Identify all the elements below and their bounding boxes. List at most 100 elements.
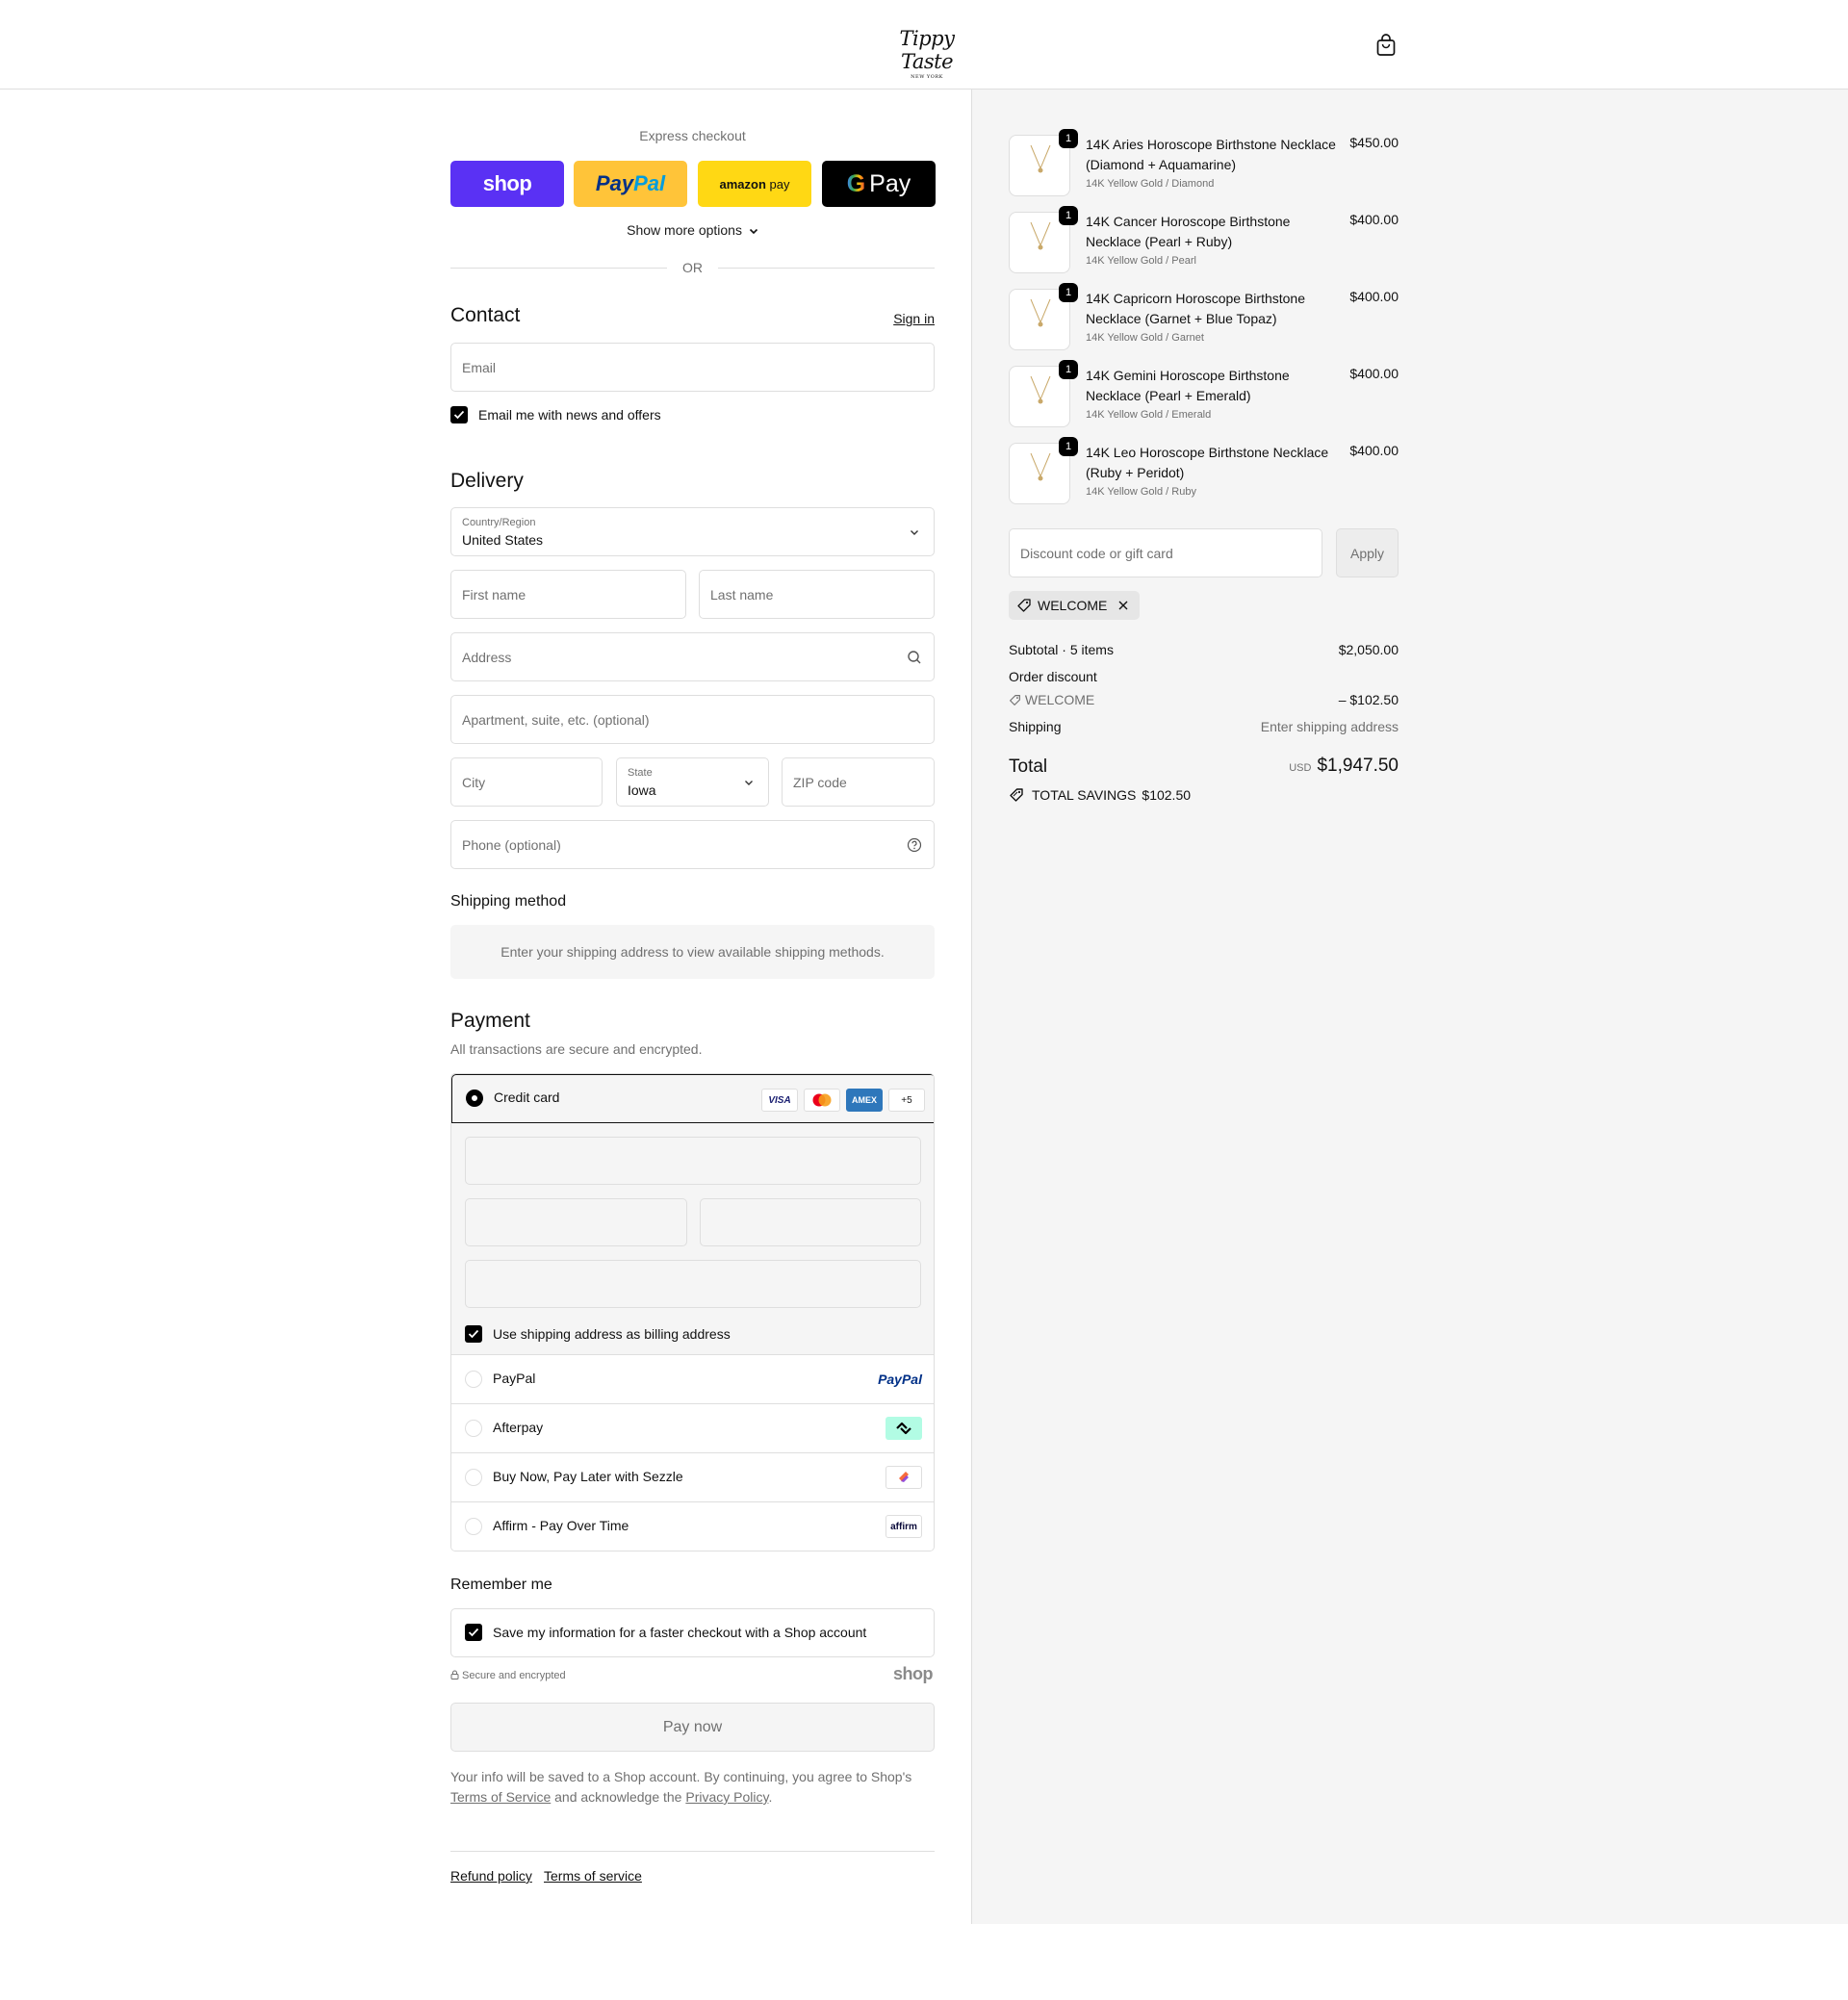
card-name-field[interactable]: [465, 1260, 921, 1308]
billing-address-checkbox[interactable]: [465, 1325, 482, 1343]
shipping-row: Shipping Enter shipping address: [1009, 719, 1399, 734]
help-circle-icon[interactable]: [907, 837, 922, 853]
affirm-option[interactable]: Affirm - Pay Over Time affirm: [451, 1502, 934, 1551]
refund-policy-link[interactable]: Refund policy: [450, 1868, 532, 1884]
remember-me-box: Save my information for a faster checkou…: [450, 1608, 935, 1657]
save-info-checkbox[interactable]: [465, 1624, 482, 1641]
pay-now-button[interactable]: Pay now: [450, 1703, 935, 1752]
item-price: $450.00: [1349, 135, 1399, 150]
last-name-field[interactable]: [699, 570, 935, 619]
apply-discount-button[interactable]: Apply: [1336, 528, 1399, 577]
credit-card-option[interactable]: Credit card VISA AMEX +5: [451, 1074, 934, 1123]
card-number-field[interactable]: [465, 1137, 921, 1185]
card-expiry-field[interactable]: [465, 1198, 687, 1246]
paypal-label-pay: Pay: [595, 171, 634, 195]
lock-icon: [450, 1670, 459, 1679]
first-name-input[interactable]: [451, 571, 685, 618]
last-name-input[interactable]: [700, 571, 934, 618]
or-separator: OR: [682, 260, 703, 275]
afterpay-radio[interactable]: [465, 1420, 482, 1437]
affirm-radio[interactable]: [465, 1518, 482, 1535]
card-cvc-field[interactable]: [700, 1198, 921, 1246]
shop-pay-label: shop: [482, 171, 532, 195]
country-select[interactable]: Country/Region United States: [450, 507, 935, 556]
item-name: 14K Gemini Horoscope Birthstone Necklace…: [1086, 368, 1290, 403]
zip-input[interactable]: [783, 758, 934, 806]
cart-item: 1 14K Leo Horoscope Birthstone Necklace …: [1009, 437, 1399, 520]
quantity-badge: 1: [1059, 283, 1078, 302]
apartment-field[interactable]: [450, 695, 935, 744]
paypal-label-pal: Pal: [633, 171, 666, 195]
terms-of-service-link[interactable]: Terms of Service: [450, 1789, 551, 1805]
legal-text: Your info will be saved to a Shop accoun…: [450, 1767, 935, 1808]
pay-now-label: Pay now: [662, 1718, 723, 1735]
email-field[interactable]: [450, 343, 935, 392]
item-price: $400.00: [1349, 443, 1399, 458]
afterpay-icon: [886, 1417, 922, 1440]
sign-in-link[interactable]: Sign in: [893, 311, 935, 326]
shipping-value: Enter shipping address: [1260, 719, 1399, 734]
secure-text: Secure and encrypted: [462, 1670, 566, 1681]
cart-item: 1 14K Capricorn Horoscope Birthstone Nec…: [1009, 283, 1399, 366]
phone-input[interactable]: [451, 821, 934, 868]
legal-text-3: .: [768, 1789, 773, 1805]
sezzle-option-label: Buy Now, Pay Later with Sezzle: [493, 1469, 683, 1484]
paypal-radio[interactable]: [465, 1371, 482, 1388]
google-pay-button[interactable]: G Pay: [822, 161, 936, 207]
email-input[interactable]: [451, 344, 934, 391]
tag-icon: [1017, 599, 1031, 612]
amazon-pay-label: pay: [769, 176, 790, 192]
shipping-method-heading: Shipping method: [450, 893, 567, 910]
savings-label: TOTAL SAVINGS: [1032, 787, 1137, 803]
order-discount-row: Order discount: [1009, 669, 1399, 684]
shop-pay-button[interactable]: shop: [450, 161, 564, 207]
show-more-options-button[interactable]: Show more options: [450, 222, 935, 238]
terms-of-service-footer-link[interactable]: Terms of service: [544, 1868, 642, 1884]
discount-input[interactable]: [1010, 529, 1322, 577]
city-field[interactable]: [450, 757, 603, 807]
close-icon[interactable]: [1116, 599, 1130, 612]
order-discount-label: Order discount: [1009, 669, 1097, 684]
sezzle-option[interactable]: Buy Now, Pay Later with Sezzle: [451, 1453, 934, 1502]
city-input[interactable]: [451, 758, 602, 806]
shop-logo: shop: [893, 1664, 934, 1683]
apartment-input[interactable]: [451, 696, 934, 743]
remember-me-heading: Remember me: [450, 1577, 552, 1593]
item-price: $400.00: [1349, 289, 1399, 304]
address-field[interactable]: [450, 632, 935, 681]
payment-methods: Credit card VISA AMEX +5 Use shipping ad…: [450, 1073, 935, 1551]
discount-code-summary: WELCOME: [1024, 692, 1095, 707]
paypal-option[interactable]: PayPal PayPal: [451, 1355, 934, 1404]
first-name-field[interactable]: [450, 570, 686, 619]
visa-label: VISA: [768, 1094, 791, 1106]
zip-field[interactable]: [782, 757, 935, 807]
item-price: $400.00: [1349, 212, 1399, 227]
discount-field[interactable]: [1009, 528, 1322, 577]
total-value: $1,947.50: [1317, 756, 1399, 776]
item-name: 14K Leo Horoscope Birthstone Necklace (R…: [1086, 445, 1329, 480]
afterpay-option[interactable]: Afterpay: [451, 1404, 934, 1453]
chevron-down-icon: [745, 781, 753, 785]
google-pay-label: Pay: [869, 169, 911, 197]
store-logo[interactable]: Tippy Taste NEW YORK: [874, 27, 980, 80]
total-value-group: USD $1,947.50: [1289, 756, 1399, 777]
paypal-button[interactable]: Pay Pal: [574, 161, 687, 207]
address-input[interactable]: [451, 633, 934, 680]
item-variant: 14K Yellow Gold / Emerald: [1086, 409, 1212, 421]
shopping-bag-icon[interactable]: [1374, 33, 1398, 58]
state-select[interactable]: State Iowa: [616, 757, 769, 807]
phone-field[interactable]: [450, 820, 935, 869]
amazon-pay-button[interactable]: amazon pay: [698, 161, 811, 207]
subtotal-label: Subtotal · 5 items: [1009, 642, 1114, 657]
save-info-label: Save my information for a faster checkou…: [493, 1625, 867, 1640]
contact-heading: Contact: [450, 304, 521, 326]
quantity-badge: 1: [1059, 206, 1078, 225]
checkout-page: Tippy Taste NEW YORK Express checkout sh…: [0, 0, 1848, 2000]
item-price: $400.00: [1349, 366, 1399, 381]
sezzle-radio[interactable]: [465, 1469, 482, 1486]
news-checkbox[interactable]: [450, 406, 468, 423]
credit-card-radio[interactable]: [466, 1090, 483, 1107]
privacy-policy-link[interactable]: Privacy Policy: [685, 1789, 768, 1805]
quantity-badge: 1: [1059, 437, 1078, 456]
affirm-option-label: Affirm - Pay Over Time: [493, 1518, 629, 1533]
